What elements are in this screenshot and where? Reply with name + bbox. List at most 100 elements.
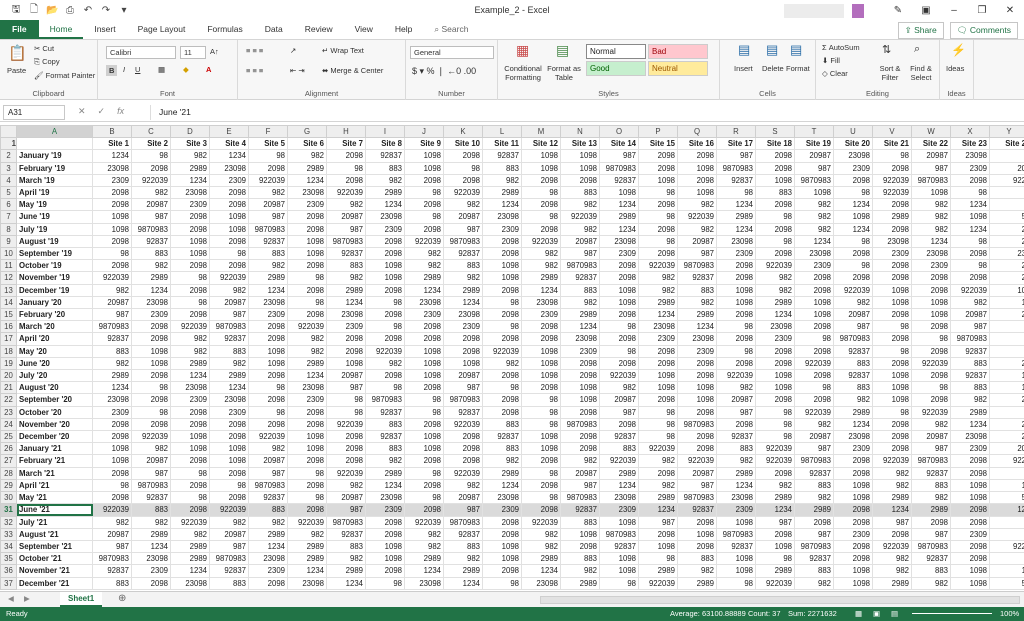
data-cell[interactable]: 883	[92, 344, 132, 358]
data-cell[interactable]: 98	[911, 332, 951, 346]
data-cell[interactable]: 2098	[482, 369, 522, 383]
data-cell[interactable]: 23098	[287, 186, 327, 200]
data-cell[interactable]: 20987	[599, 393, 639, 407]
data-cell[interactable]: 2098	[560, 173, 600, 188]
data-cell[interactable]: 98	[521, 417, 561, 432]
row-header[interactable]: 31	[0, 503, 17, 517]
data-cell[interactable]: 98	[404, 186, 444, 200]
data-cell[interactable]: 1234	[716, 222, 756, 236]
data-cell[interactable]: 982	[560, 564, 600, 578]
data-cell[interactable]: 1098	[599, 552, 639, 566]
row-label-cell[interactable]: March '21	[16, 466, 93, 480]
data-cell[interactable]: 1098	[404, 161, 444, 175]
data-cell[interactable]: 1098	[404, 356, 444, 371]
data-cell[interactable]: 1098	[287, 430, 327, 444]
data-cell[interactable]: 987	[638, 515, 678, 529]
data-cell[interactable]: 92837	[599, 430, 639, 444]
data-cell[interactable]: 2098	[638, 198, 678, 212]
data-cell[interactable]: 2309	[911, 259, 951, 273]
cut-button[interactable]: ✂ Cut	[34, 44, 54, 53]
data-cell[interactable]: 2309	[833, 442, 873, 456]
data-cell[interactable]: 1098	[521, 442, 561, 456]
data-cell[interactable]: 1098	[872, 295, 912, 310]
data-cell[interactable]: 2309	[248, 308, 288, 322]
data-cell[interactable]: 98	[92, 247, 132, 261]
data-cell[interactable]: 922039	[92, 503, 132, 517]
data-cell[interactable]: 2309	[716, 503, 756, 517]
data-cell[interactable]: 883	[209, 344, 249, 358]
data-cell[interactable]: 982	[443, 478, 483, 493]
data-cell[interactable]: 2309	[521, 308, 561, 322]
data-cell[interactable]: 92837	[326, 527, 366, 541]
data-cell[interactable]: 23098	[248, 295, 288, 310]
column-header[interactable]: Y	[989, 125, 1024, 139]
data-cell[interactable]: 1098	[599, 186, 639, 200]
data-cell[interactable]: 1234	[911, 234, 951, 249]
data-cell[interactable]: 2989	[365, 186, 405, 200]
add-sheet-icon[interactable]: ⊕	[118, 593, 126, 604]
data-cell[interactable]: 2098	[755, 344, 795, 358]
data-cell[interactable]: 1234	[521, 564, 561, 578]
data-cell[interactable]: 922039	[716, 369, 756, 383]
data-cell[interactable]: 2098	[521, 222, 561, 236]
data-cell[interactable]: 2989	[599, 466, 639, 480]
data-cell[interactable]: 98	[131, 405, 171, 419]
data-cell[interactable]: 98	[365, 381, 405, 395]
data-cell[interactable]: 12	[989, 503, 1024, 517]
data-cell[interactable]: 2098	[170, 308, 210, 322]
data-cell[interactable]: 2098	[911, 283, 951, 297]
data-cell[interactable]: 982	[794, 491, 834, 505]
data-cell[interactable]: 1098	[755, 539, 795, 554]
data-cell[interactable]: 1098	[287, 247, 327, 261]
data-cell[interactable]: 982	[794, 198, 834, 212]
row-header[interactable]: 18	[0, 344, 17, 358]
data-cell[interactable]: 1098	[404, 344, 444, 358]
data-cell[interactable]: 1098	[92, 210, 132, 224]
data-cell[interactable]: 2098	[404, 381, 444, 395]
data-cell[interactable]: Site 4	[209, 137, 249, 151]
data-cell[interactable]: 2098	[170, 417, 210, 432]
data-cell[interactable]: 883	[209, 576, 249, 590]
row-header[interactable]: 6	[0, 198, 17, 212]
data-cell[interactable]: 2309	[170, 198, 210, 212]
data-cell[interactable]: 23098	[482, 210, 522, 224]
data-cell[interactable]: 98	[521, 491, 561, 505]
data-cell[interactable]: 2309	[131, 564, 171, 578]
name-box[interactable]: A31	[3, 105, 65, 120]
data-cell[interactable]	[989, 320, 1024, 334]
data-cell[interactable]: 883	[482, 442, 522, 456]
data-cell[interactable]: 1098	[638, 381, 678, 395]
data-cell[interactable]: 98	[755, 417, 795, 432]
data-cell[interactable]: 987	[872, 515, 912, 529]
data-cell[interactable]: 982	[482, 173, 522, 188]
data-cell[interactable]: 2309	[287, 393, 327, 407]
data-cell[interactable]: 2098	[755, 393, 795, 407]
row-label-cell[interactable]: December '20	[16, 430, 93, 444]
data-cell[interactable]: 2098	[443, 430, 483, 444]
data-cell[interactable]: 1234	[794, 234, 834, 249]
data-cell[interactable]: 1098	[560, 393, 600, 407]
data-cell[interactable]: 922039	[755, 259, 795, 273]
data-cell[interactable]: 2098	[560, 442, 600, 456]
data-cell[interactable]: 98	[599, 576, 639, 590]
data-cell[interactable]: 98	[755, 430, 795, 444]
data-cell[interactable]: 92837	[326, 247, 366, 261]
data-cell[interactable]: 23098	[482, 491, 522, 505]
data-cell[interactable]: 9870983	[560, 259, 600, 273]
data-cell[interactable]: 982	[911, 210, 951, 224]
data-cell[interactable]: 982	[248, 515, 288, 529]
data-cell[interactable]: 1098	[716, 564, 756, 578]
data-cell[interactable]: 92837	[911, 552, 951, 566]
data-cell[interactable]: 922039	[443, 417, 483, 432]
font-color-icon[interactable]: A	[206, 65, 211, 74]
align-left-icon[interactable]: ≡ ≡ ≡	[246, 66, 263, 75]
data-cell[interactable]: 1098	[404, 149, 444, 163]
data-cell[interactable]: 1234	[833, 198, 873, 212]
data-cell[interactable]: Site 21	[872, 137, 912, 151]
data-cell[interactable]: 9870983	[131, 478, 171, 493]
data-cell[interactable]: 2989	[209, 369, 249, 383]
new-file-icon[interactable]: 🗋	[28, 2, 40, 19]
data-cell[interactable]: 2098	[638, 466, 678, 480]
data-cell[interactable]: 20987	[443, 369, 483, 383]
data-cell[interactable]: 987	[755, 515, 795, 529]
